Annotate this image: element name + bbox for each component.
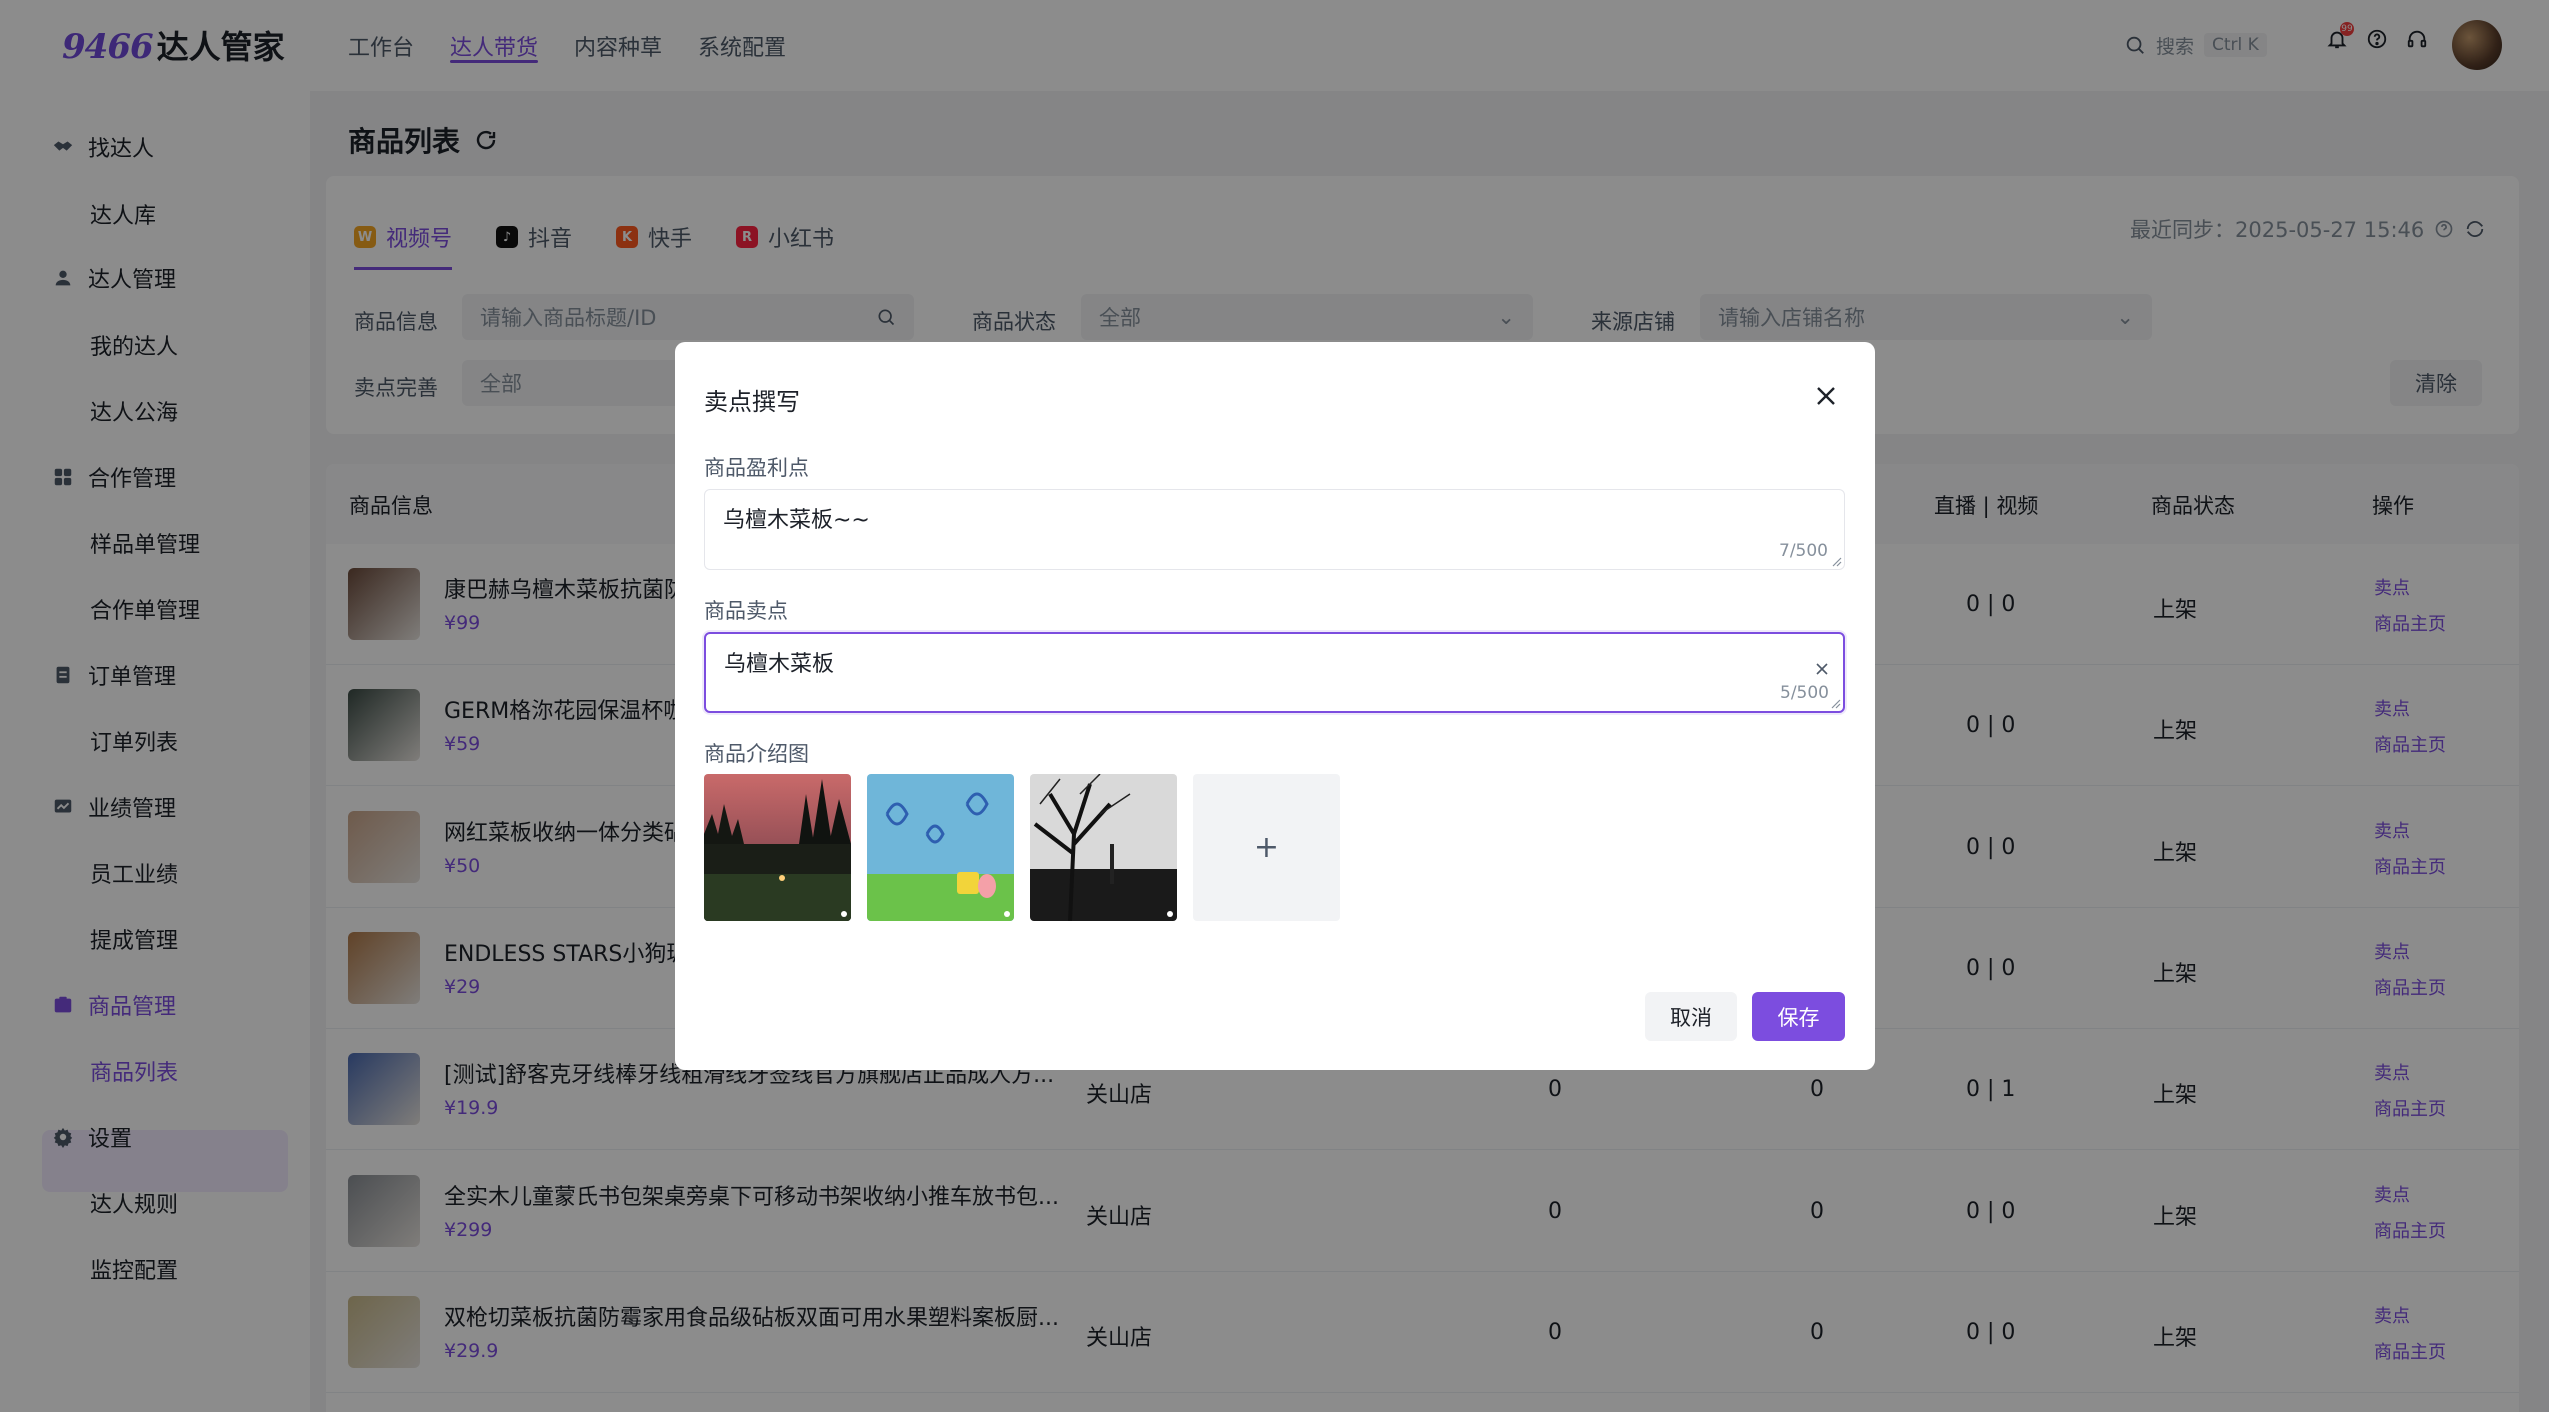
- intro-image-bw-tree[interactable]: [1030, 774, 1177, 921]
- profit-point-textarea[interactable]: 乌檀木菜板~~ 7/500: [704, 489, 1845, 570]
- intro-image-forest-sunset[interactable]: [704, 774, 851, 921]
- cancel-button[interactable]: 取消: [1645, 992, 1737, 1041]
- add-image-button[interactable]: +: [1193, 774, 1340, 921]
- intro-images-label: 商品介绍图: [704, 742, 809, 766]
- textarea-value: 乌檀木菜板~~: [723, 508, 870, 533]
- close-icon[interactable]: [1814, 384, 1838, 408]
- char-count: 5/500: [1780, 683, 1829, 703]
- intro-images: +: [704, 774, 1340, 921]
- selling-point-dialog: 卖点撰写 商品盈利点 乌檀木菜板~~ 7/500 商品卖点 乌檀木菜板 5/50…: [675, 342, 1875, 1070]
- clear-icon[interactable]: [1815, 662, 1829, 676]
- resize-handle-icon[interactable]: [1832, 557, 1842, 567]
- textarea-value: 乌檀木菜板: [724, 652, 835, 677]
- profit-point-label: 商品盈利点: [704, 456, 809, 480]
- save-button[interactable]: 保存: [1752, 992, 1845, 1041]
- resize-handle-icon[interactable]: [1831, 699, 1841, 709]
- selling-point-label: 商品卖点: [704, 599, 788, 623]
- dialog-title: 卖点撰写: [704, 388, 800, 416]
- char-count: 7/500: [1779, 541, 1828, 561]
- selling-point-textarea[interactable]: 乌檀木菜板 5/500: [704, 632, 1845, 713]
- intro-image-cartoon[interactable]: [867, 774, 1014, 921]
